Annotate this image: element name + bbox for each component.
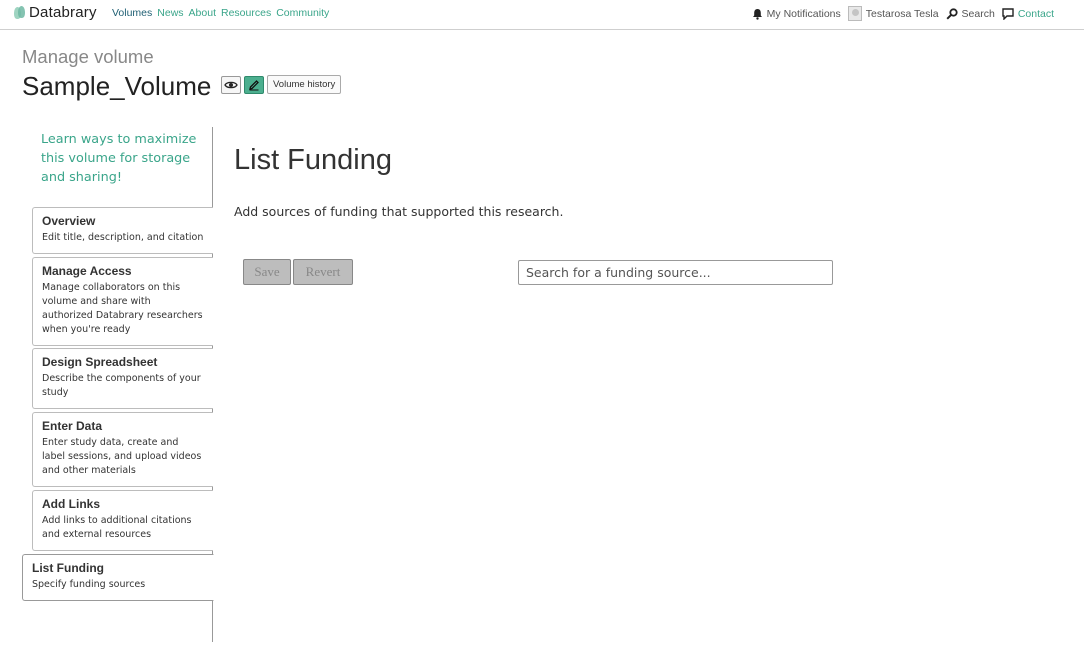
manage-volume-label: Manage volume — [22, 46, 154, 67]
nav-links: Volumes News About Resources Community — [112, 7, 329, 19]
databrary-logo[interactable]: Databrary — [14, 4, 97, 21]
sidebar-step-enter-data[interactable]: Enter Data Enter study data, create and … — [32, 412, 213, 487]
volume-actions: Volume history — [221, 75, 342, 94]
logo-icon — [14, 5, 26, 21]
step-title: Overview — [42, 214, 96, 228]
nav-link-news[interactable]: News — [157, 7, 183, 19]
step-title: Manage Access — [42, 264, 132, 278]
step-title: Design Spreadsheet — [42, 355, 158, 369]
search-label: Search — [961, 7, 995, 20]
volume-history-button[interactable]: Volume history — [267, 75, 342, 94]
chat-icon — [1002, 7, 1014, 20]
pencil-icon — [249, 79, 259, 90]
volume-title: Sample_Volume — [22, 71, 212, 101]
user-name: Testarosa Tesla — [865, 7, 939, 20]
save-button[interactable]: Save — [243, 259, 291, 285]
step-description: Specify funding sources — [32, 579, 146, 590]
nav-link-community[interactable]: Community — [276, 7, 329, 19]
contact-label: Contact — [1017, 7, 1054, 20]
nav-right: My Notifications Testarosa Tesla Search … — [752, 6, 1054, 21]
step-description: Describe the components of your study — [42, 373, 201, 398]
view-volume-button[interactable] — [221, 75, 241, 94]
step-description: Manage collaborators on this volume and … — [42, 282, 203, 335]
page-title: List Funding — [234, 144, 392, 176]
avatar — [847, 6, 862, 21]
step-description: Add links to additional citations and ex… — [42, 515, 192, 540]
contact-link[interactable]: Contact — [1002, 8, 1054, 20]
sidebar-step-manage-access[interactable]: Manage Access Manage collaborators on th… — [32, 257, 213, 346]
learn-more-link[interactable]: Learn ways to maximize this volume for s… — [41, 130, 206, 187]
sidebar-step-design-spreadsheet[interactable]: Design Spreadsheet Describe the componen… — [32, 348, 213, 409]
notifications-link[interactable]: My Notifications — [752, 8, 841, 20]
step-description: Edit title, description, and citation — [42, 232, 204, 243]
page-description: Add sources of funding that supported th… — [234, 204, 564, 219]
step-title: Add Links — [42, 497, 101, 511]
revert-button[interactable]: Revert — [293, 259, 353, 285]
nav-link-about[interactable]: About — [189, 7, 216, 19]
sidebar-step-overview[interactable]: Overview Edit title, description, and ci… — [32, 207, 213, 254]
sidebar-step-list-funding[interactable]: List Funding Specify funding sources — [22, 554, 214, 601]
eye-icon — [224, 81, 238, 88]
search-link[interactable]: Search — [946, 8, 995, 20]
nav-link-volumes[interactable]: Volumes — [112, 7, 152, 19]
logo-text: Databrary — [29, 4, 97, 21]
step-description: Enter study data, create and label sessi… — [42, 437, 202, 476]
top-navbar: Databrary Volumes News About Resources C… — [0, 0, 1084, 30]
nav-link-resources[interactable]: Resources — [221, 7, 271, 19]
notifications-label: My Notifications — [766, 7, 841, 20]
search-icon — [946, 7, 958, 20]
user-link[interactable]: Testarosa Tesla — [847, 6, 939, 21]
bell-icon — [752, 8, 762, 20]
funding-search-input[interactable] — [518, 260, 833, 285]
sidebar-step-add-links[interactable]: Add Links Add links to additional citati… — [32, 490, 213, 551]
step-title: Enter Data — [42, 419, 103, 433]
edit-volume-button[interactable] — [244, 75, 264, 94]
step-title: List Funding — [32, 561, 104, 575]
